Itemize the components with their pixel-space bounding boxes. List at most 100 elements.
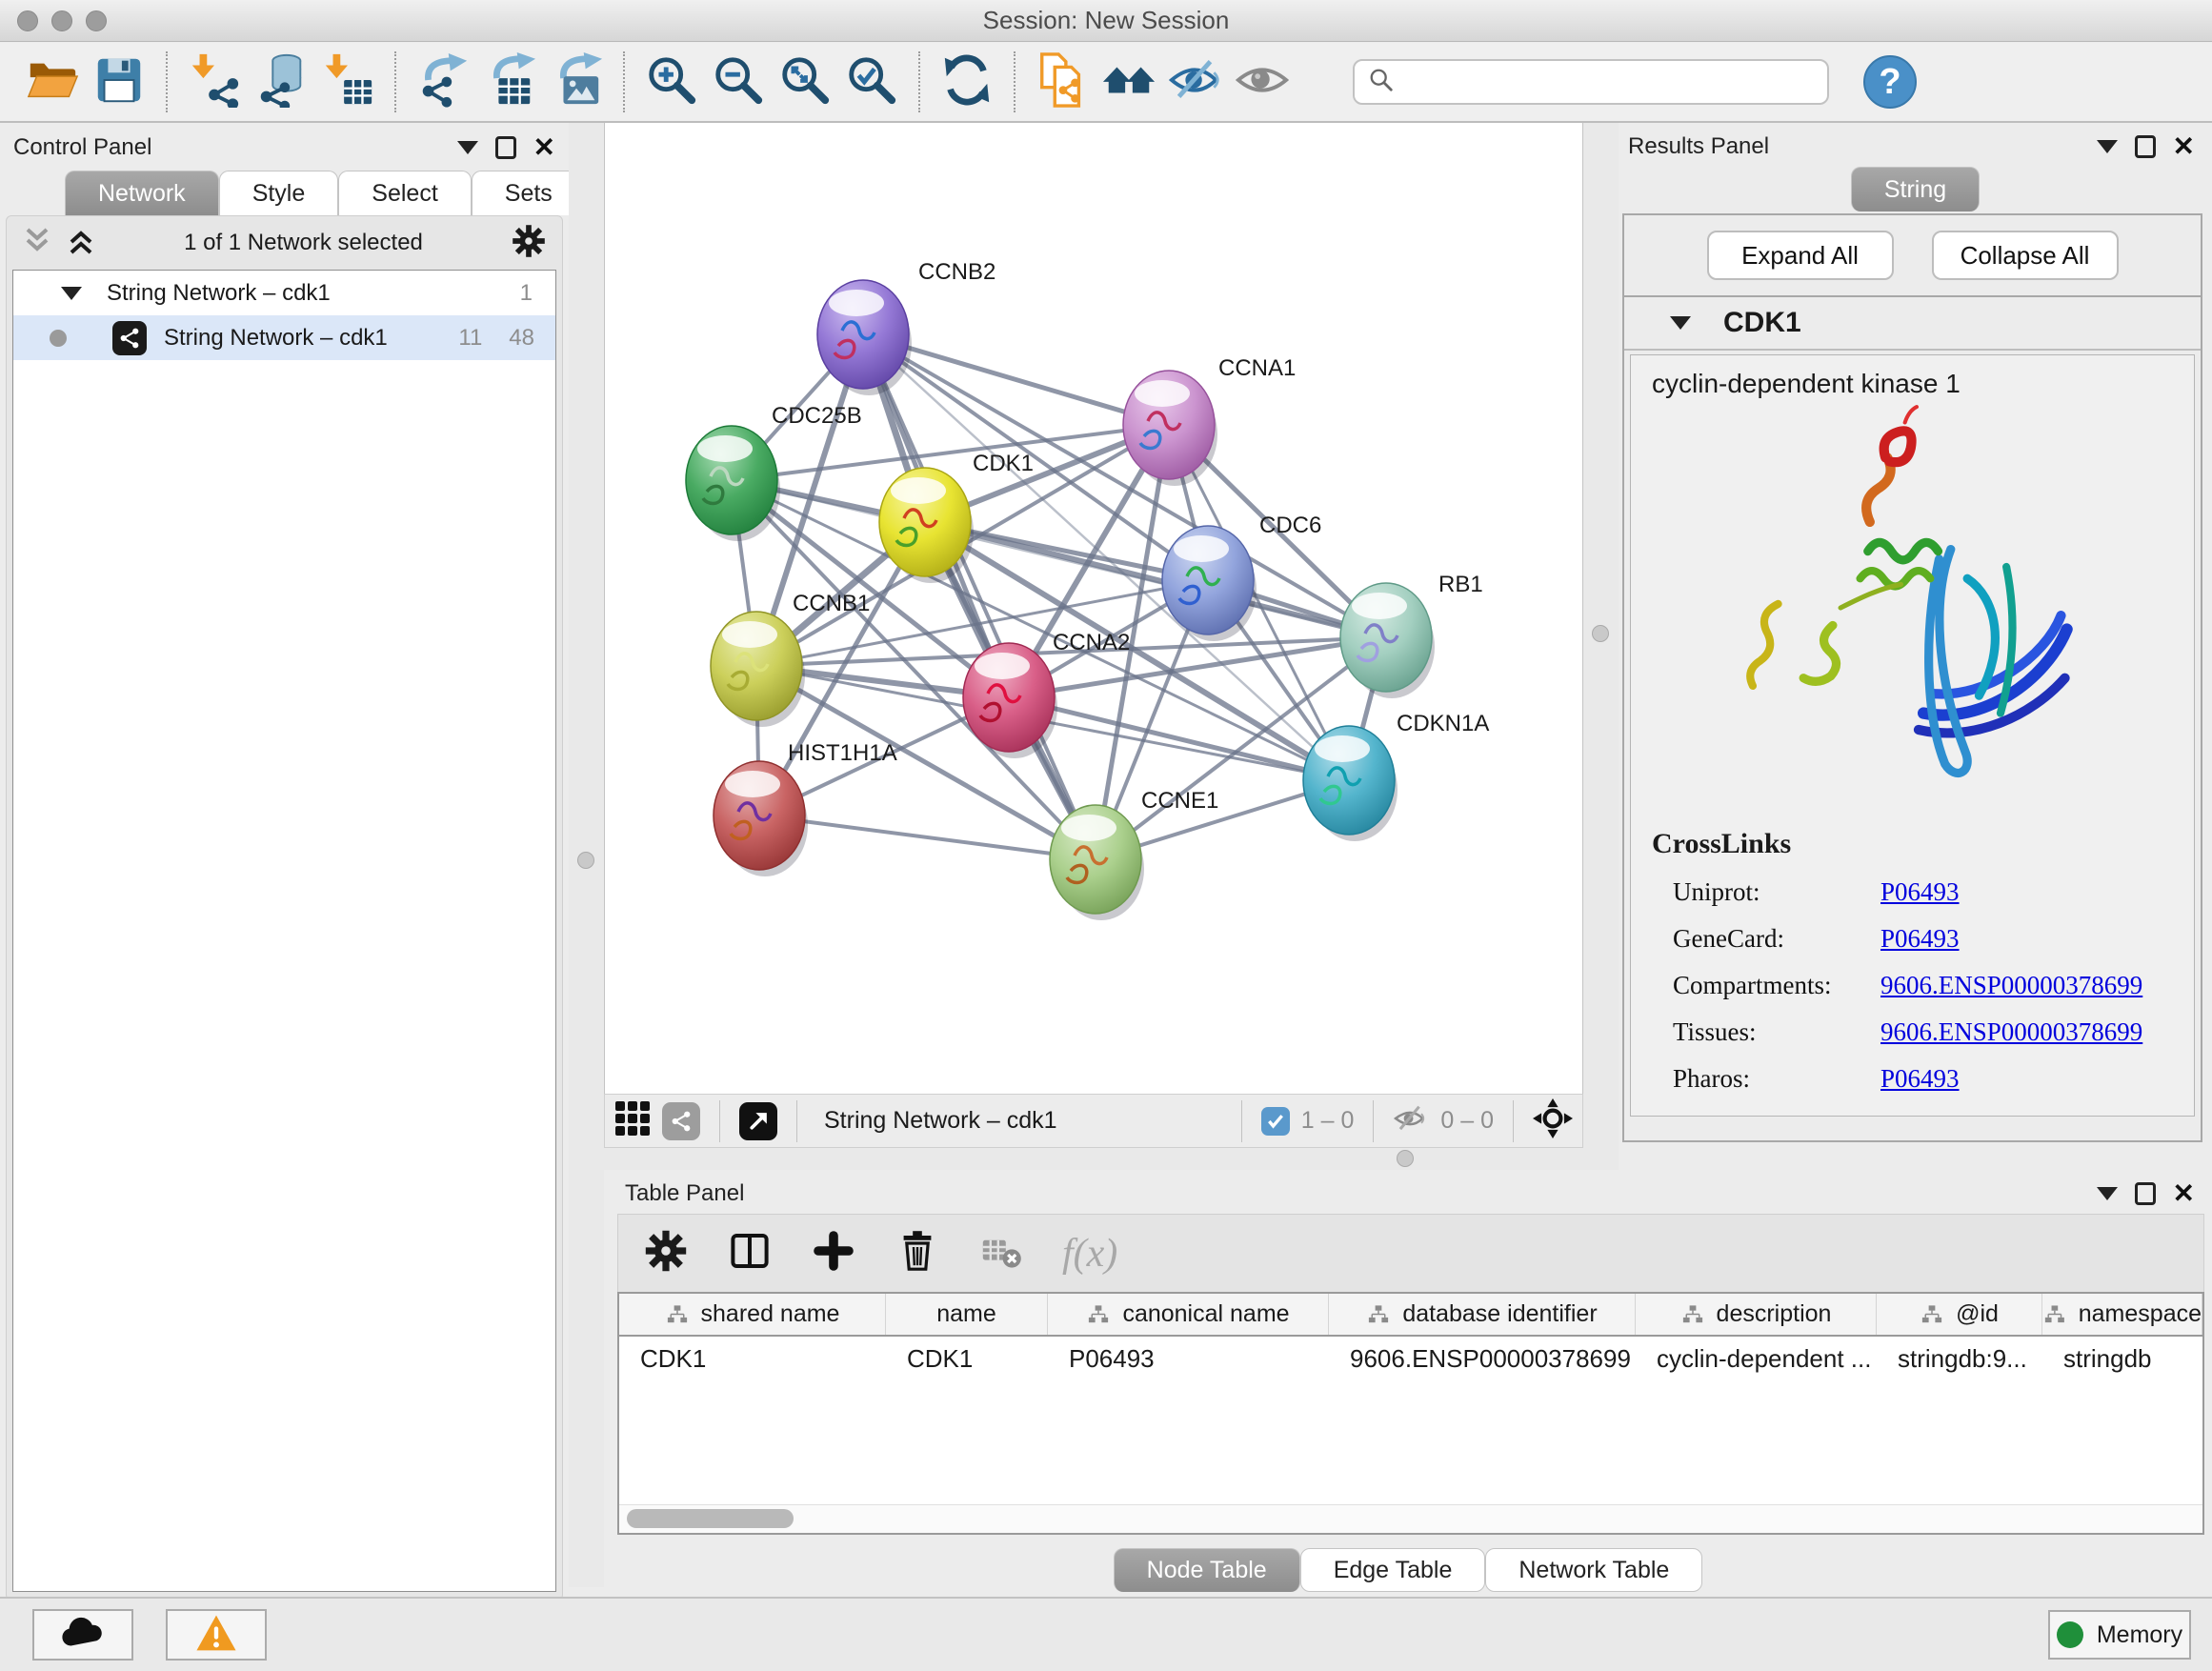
home-networks-button[interactable] (1096, 49, 1162, 115)
cell-id[interactable]: stringdb:9... (1877, 1337, 2042, 1380)
zoom-in-button[interactable] (638, 49, 705, 115)
close-panel-icon[interactable]: ✕ (2173, 1180, 2195, 1207)
memory-button[interactable]: Memory (2048, 1610, 2191, 1660)
table-row[interactable]: CDK1 CDK1 P06493 9606.ENSP00000378699 cy… (619, 1337, 2202, 1380)
gene-section-header[interactable]: CDK1 (1624, 297, 2201, 351)
column-header-namespace[interactable]: namespace (2042, 1294, 2202, 1335)
save-session-button[interactable] (86, 49, 152, 115)
tab-edge-table[interactable]: Edge Table (1300, 1548, 1486, 1592)
export-image-button[interactable] (543, 49, 610, 115)
show-details-button[interactable] (1229, 49, 1296, 115)
column-header-id[interactable]: @id (1877, 1294, 2042, 1335)
cell-name[interactable]: CDK1 (886, 1337, 1048, 1380)
network-graph[interactable]: CCNB2CCNA1CDC25BCDK1CDC6RB1CCNB1CCNA2CDK… (605, 123, 1584, 1094)
cloud-status-button[interactable] (32, 1609, 133, 1661)
uniprot-link[interactable]: P06493 (1880, 877, 1960, 907)
network-node-hist1h1a[interactable]: HIST1H1A (714, 740, 897, 876)
network-node-cdkn1a[interactable]: CDKN1A (1303, 711, 1489, 841)
tab-node-table[interactable]: Node Table (1114, 1548, 1300, 1592)
section-expand-icon[interactable] (1670, 316, 1691, 330)
genecard-link[interactable]: P06493 (1880, 924, 1960, 954)
import-network-button[interactable] (181, 49, 248, 115)
export-table-button[interactable] (476, 49, 543, 115)
network-canvas[interactable]: CCNB2CCNA1CDC25BCDK1CDC6RB1CCNB1CCNA2CDK… (604, 123, 1583, 1094)
column-header-name[interactable]: name (886, 1294, 1048, 1335)
cell-namespace[interactable]: stringdb (2042, 1337, 2202, 1380)
network-options-gear-icon[interactable] (511, 223, 547, 264)
memory-status-dot (2057, 1621, 2083, 1648)
warnings-button[interactable] (166, 1609, 267, 1661)
float-panel-icon[interactable] (2135, 135, 2156, 158)
zoom-selected-button[interactable] (838, 49, 905, 115)
show-columns-icon[interactable] (727, 1228, 773, 1278)
panel-menu-icon[interactable] (2097, 1187, 2118, 1200)
table-toolbar: f(x) (617, 1214, 2204, 1292)
tab-string[interactable]: String (1851, 167, 1980, 211)
column-header-database-identifier[interactable]: database identifier (1329, 1294, 1636, 1335)
float-panel-icon[interactable] (495, 136, 516, 159)
close-panel-icon[interactable]: ✕ (533, 134, 555, 161)
expand-all-button[interactable]: Expand All (1707, 231, 1894, 280)
cell-shared-name[interactable]: CDK1 (619, 1337, 886, 1380)
search-input[interactable] (1404, 69, 1814, 95)
horizontal-scrollbar[interactable] (619, 1504, 2202, 1533)
float-panel-icon[interactable] (2135, 1182, 2156, 1205)
tab-select[interactable]: Select (338, 171, 471, 215)
expand-all-networks-icon[interactable] (66, 226, 96, 261)
network-node-ccna2[interactable]: CCNA2 (963, 630, 1130, 758)
help-button[interactable]: ? (1863, 55, 1917, 109)
node-label: CCNE1 (1141, 788, 1218, 814)
birdseye-grid-icon[interactable] (614, 1100, 651, 1141)
add-column-icon[interactable] (811, 1228, 856, 1278)
compartments-link[interactable]: 9606.ENSP00000378699 (1880, 971, 2142, 1000)
scrollbar-thumb[interactable] (627, 1509, 794, 1528)
table-tabs: Node Table Edge Table Network Table (604, 1548, 2212, 1592)
eye-icon (1235, 52, 1290, 112)
collection-expand-icon[interactable] (61, 287, 82, 300)
hide-details-button[interactable] (1162, 49, 1229, 115)
node-table[interactable]: shared name name canonical name database… (617, 1292, 2204, 1535)
zoom-out-button[interactable] (705, 49, 772, 115)
collapse-all-button[interactable]: Collapse All (1932, 231, 2119, 280)
network-row[interactable]: String Network – cdk1 11 48 (13, 315, 555, 360)
column-header-canonical-name[interactable]: canonical name (1048, 1294, 1329, 1335)
memory-label: Memory (2097, 1621, 2182, 1649)
import-network-from-database-button[interactable] (248, 49, 314, 115)
network-collection-row[interactable]: String Network – cdk1 1 (13, 271, 555, 315)
collapse-all-networks-icon[interactable] (22, 226, 52, 261)
cell-description[interactable]: cyclin-dependent ... (1636, 1337, 1877, 1380)
selected-checkbox-icon[interactable] (1261, 1107, 1290, 1136)
table-settings-gear-icon[interactable] (643, 1228, 689, 1278)
tissues-link[interactable]: 9606.ENSP00000378699 (1880, 1017, 2142, 1047)
panel-menu-icon[interactable] (457, 141, 478, 154)
delete-column-icon[interactable] (895, 1228, 940, 1278)
network-node-cdc25b[interactable]: CDC25B (686, 403, 862, 541)
open-in-window-icon[interactable] (739, 1102, 777, 1140)
close-panel-icon[interactable]: ✕ (2173, 133, 2195, 160)
control-panel-title: Control Panel (13, 134, 151, 161)
network-share-icon[interactable] (662, 1102, 700, 1140)
hidden-eye-slash-icon[interactable] (1393, 1103, 1429, 1138)
tab-network[interactable]: Network (65, 171, 219, 215)
left-splitter[interactable] (569, 123, 604, 1587)
cell-database-identifier[interactable]: 9606.ENSP00000378699 (1329, 1337, 1636, 1380)
network-node-rb1[interactable]: RB1 (1340, 572, 1483, 698)
import-table-button[interactable] (314, 49, 381, 115)
export-network-button[interactable] (410, 49, 476, 115)
tab-style[interactable]: Style (219, 171, 339, 215)
panel-menu-icon[interactable] (2097, 140, 2118, 153)
copy-network-button[interactable] (1029, 49, 1096, 115)
zoom-fit-button[interactable] (772, 49, 838, 115)
center-network-crosshair-icon[interactable] (1533, 1098, 1573, 1143)
network-view: CCNB2CCNA1CDC25BCDK1CDC6RB1CCNB1CCNA2CDK… (604, 123, 1583, 1148)
network-node-cdc6[interactable]: CDC6 (1162, 513, 1321, 641)
pharos-link[interactable]: P06493 (1880, 1064, 1960, 1094)
refresh-button[interactable] (934, 49, 1000, 115)
open-session-button[interactable] (19, 49, 86, 115)
network-node-ccne1[interactable]: CCNE1 (1050, 788, 1218, 920)
column-header-shared-name[interactable]: shared name (619, 1294, 886, 1335)
tab-network-table[interactable]: Network Table (1485, 1548, 1702, 1592)
search-bar[interactable] (1353, 59, 1829, 105)
column-header-description[interactable]: description (1636, 1294, 1877, 1335)
cell-canonical-name[interactable]: P06493 (1048, 1337, 1329, 1380)
